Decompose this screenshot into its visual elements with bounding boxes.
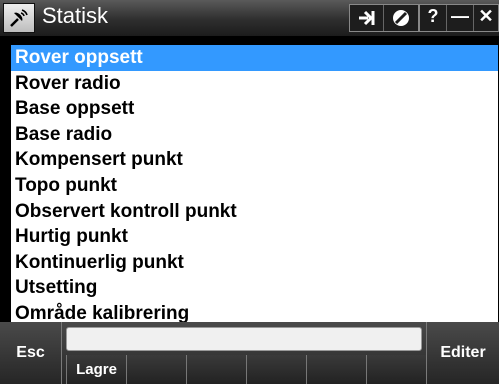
softkey-3[interactable] [186, 355, 246, 384]
list-item[interactable]: Kompensert punkt [11, 147, 498, 173]
list-item[interactable]: Base radio [11, 122, 498, 148]
list-item[interactable]: Base oppsett [11, 96, 498, 122]
menu-list[interactable]: Rover oppsett Rover radio Base oppsett B… [10, 44, 499, 324]
connect-icon[interactable] [350, 5, 384, 31]
title-bar: Statisk ? — ✕ [0, 0, 499, 37]
footer-bar: Esc Lagre Editer [0, 322, 499, 384]
softkey-4[interactable] [246, 355, 306, 384]
help-icon[interactable]: ? [420, 5, 447, 31]
softkey-5[interactable] [306, 355, 366, 384]
antenna-icon[interactable] [3, 3, 35, 33]
list-item[interactable]: Hurtig punkt [11, 224, 498, 250]
list-item[interactable]: Observert kontroll punkt [11, 199, 498, 225]
list-item[interactable]: Kontinuerlig punkt [11, 250, 498, 276]
softkey-2[interactable] [126, 355, 186, 384]
list-item[interactable]: Rover radio [11, 71, 498, 97]
esc-button[interactable]: Esc [0, 322, 62, 384]
list-item[interactable]: Rover oppsett [11, 45, 498, 71]
status-field [66, 327, 422, 351]
minimize-icon[interactable]: — [447, 5, 474, 31]
edit-button[interactable]: Editer [426, 322, 499, 384]
save-button[interactable]: Lagre [66, 355, 126, 384]
window-button-group: ? — ✕ [419, 4, 499, 32]
list-item[interactable]: Topo punkt [11, 173, 498, 199]
window-title: Statisk [42, 3, 109, 28]
list-item[interactable]: Utsetting [11, 275, 498, 301]
satellite-status-icon[interactable] [384, 5, 418, 31]
status-button-group [349, 4, 419, 32]
softkey-6[interactable] [366, 355, 426, 384]
close-icon[interactable]: ✕ [474, 5, 498, 31]
